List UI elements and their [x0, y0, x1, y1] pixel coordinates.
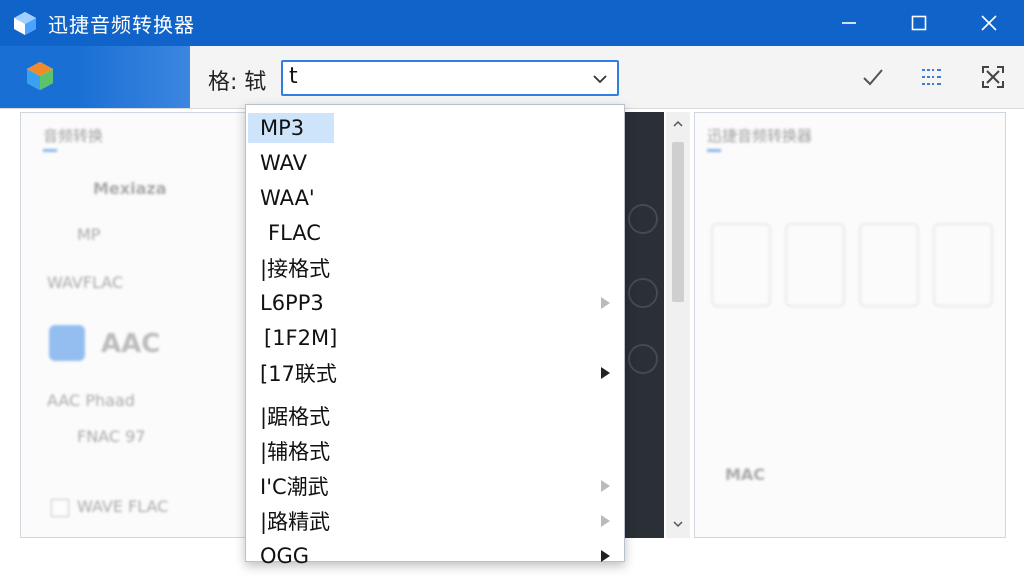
right-panel: 迅捷音频转换器 MAC — [694, 112, 1006, 538]
chevron-down-icon[interactable] — [591, 70, 609, 88]
minimize-icon — [842, 22, 856, 24]
maximize-button[interactable] — [884, 0, 954, 46]
close-icon — [981, 15, 997, 31]
maximize-icon — [911, 15, 927, 31]
left-row-2: WAVFLAC — [47, 273, 124, 292]
dropdown-item-label: |路精武 — [260, 510, 331, 534]
dropdown-item-label: WAA' — [260, 186, 315, 210]
dropdown-item-label: |接格式 — [260, 257, 331, 281]
vertical-scrollbar[interactable] — [666, 112, 690, 538]
submenu-arrow-icon — [601, 550, 610, 562]
dropdown-item[interactable]: L6PP3 — [248, 286, 624, 320]
dropdown-item-label: |辅格式 — [260, 440, 331, 464]
check-icon[interactable] — [858, 62, 888, 92]
window-title: 迅捷音频转换器 — [48, 12, 195, 37]
left-row-3: AAC — [101, 329, 161, 359]
dropdown-item-label: [17联式 — [260, 362, 337, 386]
dropdown-item[interactable]: OGG — [248, 539, 624, 573]
dropdown-item[interactable]: [17联式 — [248, 356, 624, 390]
side-circle-button-2[interactable] — [628, 278, 658, 308]
left-row-6: WAVE FLAC — [77, 497, 169, 516]
side-circle-button-1[interactable] — [628, 204, 658, 234]
dropdown-item[interactable]: MP3 — [248, 111, 624, 145]
dropdown-item-label: MP3 — [260, 116, 305, 140]
format-dropdown-list[interactable]: MP3 WAV WAA' FLAC |接格式 L6PP3 [1F2M] [17联式 |踞格式 |辅… — [245, 104, 625, 568]
dropdown-item-label: OGG — [260, 544, 310, 568]
submenu-arrow-icon — [601, 297, 610, 309]
left-row-4: AAC Phaad — [47, 391, 135, 410]
title-bar: 迅捷音频转换器 — [0, 0, 1024, 46]
format-combobox-value: t — [289, 64, 298, 89]
submenu-arrow-icon — [601, 515, 610, 527]
left-panel: 音频转换 Mexiaza MP WAVFLAC AAC AAC Phaad FN… — [20, 112, 246, 538]
dropdown-item[interactable]: I'C潮武 — [248, 469, 624, 503]
left-row-0: Mexiaza — [93, 179, 167, 198]
dropdown-item[interactable]: FLAC — [248, 216, 624, 250]
dropdown-item-label: FLAC — [268, 221, 321, 245]
dropdown-item-label: [1F2M] — [264, 326, 338, 350]
dropdown-item[interactable]: |辅格式 — [248, 434, 624, 468]
left-panel-accent — [43, 149, 57, 152]
dropdown-item-label: I'C潮武 — [260, 475, 329, 499]
scroll-up-icon[interactable] — [672, 118, 684, 130]
dropdown-item-label: L6PP3 — [260, 291, 324, 315]
dropdown-item[interactable]: |接格式 — [248, 251, 624, 285]
app-logo-icon — [14, 12, 36, 35]
submenu-arrow-icon — [601, 367, 610, 379]
dropdown-item[interactable]: WAA' — [248, 181, 624, 215]
dropdown-item[interactable]: [1F2M] — [248, 321, 624, 355]
minimize-button[interactable] — [814, 0, 884, 46]
right-grid-cell — [859, 223, 919, 307]
fullscreen-icon[interactable] — [978, 62, 1008, 92]
aac-file-icon — [49, 325, 85, 361]
dropdown-item[interactable]: WAV — [248, 146, 624, 180]
dark-side-panel — [620, 112, 664, 538]
format-combobox[interactable]: t — [281, 60, 619, 96]
scroll-down-icon[interactable] — [672, 518, 684, 530]
format-label: 格: 轼 — [208, 70, 267, 95]
submenu-arrow-icon — [601, 480, 610, 492]
cube-logo-icon — [27, 62, 53, 90]
right-grid-cell — [933, 223, 993, 307]
right-panel-accent — [707, 149, 721, 152]
right-grid-cell — [711, 223, 771, 307]
dropdown-item-label: WAV — [260, 151, 308, 175]
left-row-1: MP — [77, 225, 101, 244]
dropdown-item-label: |踞格式 — [260, 405, 331, 429]
dropdown-item[interactable]: |踞格式 — [248, 399, 624, 433]
logo-block[interactable] — [0, 46, 190, 108]
left-panel-title: 音频转换 — [43, 127, 104, 145]
close-button[interactable] — [954, 0, 1024, 46]
right-footer-label: MAC — [725, 465, 766, 484]
left-checkbox[interactable] — [51, 499, 69, 517]
list-settings-icon[interactable] — [916, 62, 946, 92]
right-grid-cell — [785, 223, 845, 307]
dropdown-item[interactable]: |路精武 — [248, 504, 624, 538]
scrollbar-thumb[interactable] — [672, 142, 684, 302]
side-circle-button-3[interactable] — [628, 344, 658, 374]
left-row-5: FNAC 97 — [77, 427, 146, 446]
right-panel-title: 迅捷音频转换器 — [707, 127, 813, 145]
